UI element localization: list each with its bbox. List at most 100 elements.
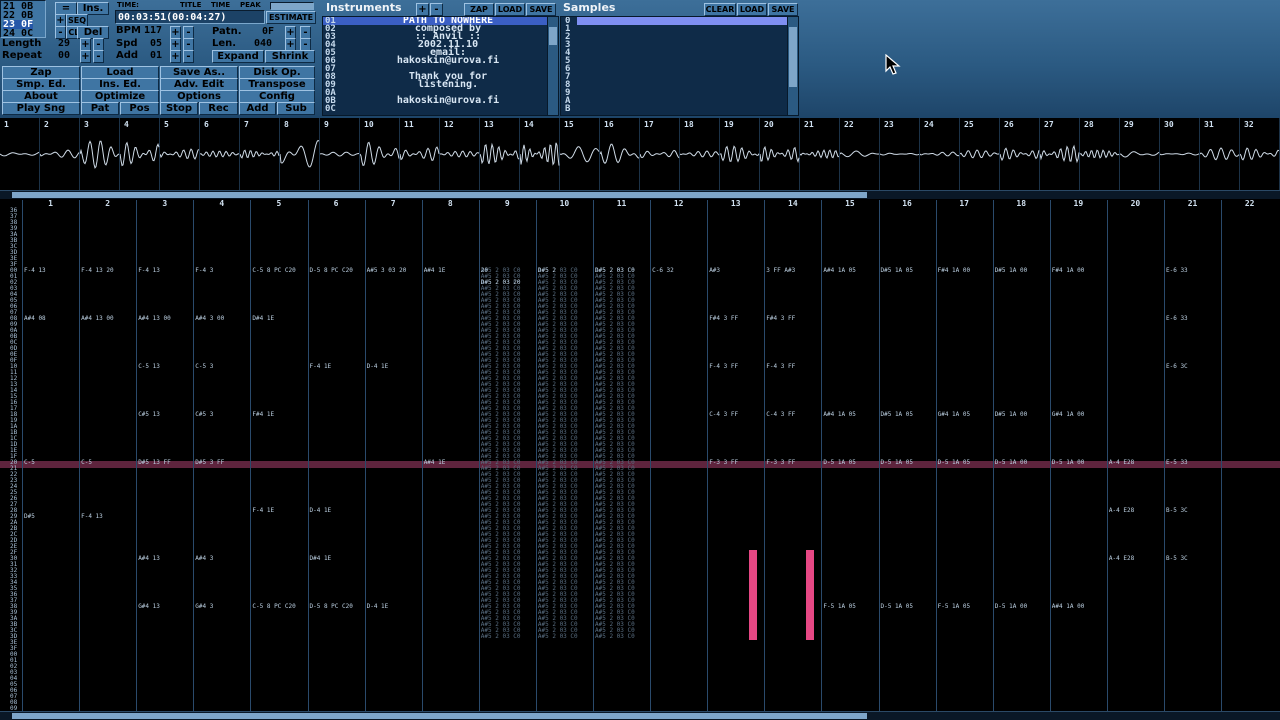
channel-header[interactable]: 20 xyxy=(1107,200,1164,208)
pattern-note[interactable]: C-5 xyxy=(81,460,92,466)
channel-header[interactable]: 9 xyxy=(479,200,536,208)
pattern-note[interactable]: A-4 E28 xyxy=(1109,460,1134,466)
channel-header[interactable]: 18 xyxy=(993,200,1050,208)
scope-channel[interactable]: 20 xyxy=(760,118,800,190)
pattern-scrollbar[interactable] xyxy=(0,711,1280,720)
pattern-note[interactable]: F-4 13 xyxy=(138,268,160,274)
pattern-note[interactable]: A#4 13 00 xyxy=(138,316,171,322)
pattern-note[interactable]: D-5 1A 05 xyxy=(881,604,914,610)
pattern-note[interactable]: A#5 2 03 C0 xyxy=(481,634,521,640)
instrument-plus-button[interactable]: + xyxy=(416,3,429,16)
pattern-note[interactable]: A#4 3 00 xyxy=(195,316,224,322)
instrument-save-button[interactable]: SAVE xyxy=(526,3,556,16)
add-button[interactable]: Add xyxy=(239,102,276,115)
scope-channel[interactable]: 18 xyxy=(680,118,720,190)
scope-channel[interactable]: 31 xyxy=(1200,118,1240,190)
pattern-note[interactable]: A#4 1E xyxy=(424,268,446,274)
pattern-note[interactable]: D#5 2 xyxy=(538,268,556,274)
pattern-note[interactable]: A#4 08 xyxy=(24,316,46,322)
pattern-note[interactable]: C-4 3 FF xyxy=(766,412,795,418)
pattern-note[interactable]: D-5 1A 05 xyxy=(881,460,914,466)
position-line[interactable]: 24 0C xyxy=(3,29,33,39)
pattern-note[interactable]: D#5 1A 00 xyxy=(995,268,1028,274)
pattern-note[interactable]: B-5 3C xyxy=(1166,508,1188,514)
scope-channel[interactable]: 24 xyxy=(920,118,960,190)
pattern-note[interactable]: F-4 3 FF xyxy=(766,364,795,370)
channel-header[interactable]: 10 xyxy=(536,200,593,208)
pattern-note[interactable]: A#4 1A 00 xyxy=(1052,604,1085,610)
sample-clear-button[interactable]: CLEAR xyxy=(704,3,736,16)
pattern-note[interactable]: A#4 1E xyxy=(424,460,446,466)
pattern-note[interactable]: F-4 13 20 xyxy=(81,268,114,274)
pattern-note[interactable]: A-4 E28 xyxy=(1109,508,1134,514)
pattern-note[interactable]: F-4 13 xyxy=(81,514,103,520)
play-position-button[interactable]: Pos xyxy=(120,102,159,115)
pattern-note[interactable]: D#5 13 FF xyxy=(138,460,171,466)
channel-header[interactable]: 19 xyxy=(1050,200,1107,208)
scope-channel[interactable]: 11 xyxy=(400,118,440,190)
pattern-note[interactable]: B-5 3C xyxy=(1166,556,1188,562)
pattern-note[interactable]: C-5 8 PC C20 xyxy=(252,268,295,274)
pattern-note[interactable]: C-5 xyxy=(24,460,35,466)
sample-list[interactable]: 0123456789AB xyxy=(560,16,799,116)
scope-channel[interactable]: 4 xyxy=(120,118,160,190)
pattern-note[interactable]: D-5 1A 05 xyxy=(938,460,971,466)
pattern-note[interactable]: G#4 3 xyxy=(195,604,213,610)
position-list[interactable]: 21 0B 22 0B 23 0F 24 0C xyxy=(0,0,46,39)
channel-header[interactable]: 15 xyxy=(821,200,878,208)
instrument-name[interactable]: listening. xyxy=(353,80,543,90)
channel-header[interactable]: 14 xyxy=(764,200,821,208)
pattern-note[interactable]: A#4 1A 05 xyxy=(823,412,856,418)
pattern-note[interactable]: A#4 1A 05 xyxy=(823,268,856,274)
pattern-note[interactable]: 3 FF A#3 xyxy=(766,268,795,274)
scope-channel[interactable]: 10 xyxy=(360,118,400,190)
scope-channel[interactable]: 23 xyxy=(880,118,920,190)
instrument-name[interactable]: hakoskin@urova.fi xyxy=(353,56,543,66)
pattern-note[interactable]: D-4 1E xyxy=(367,604,389,610)
pattern-note[interactable]: D#5 1A 00 xyxy=(995,412,1028,418)
sample-number[interactable]: B xyxy=(565,105,570,114)
sub-button[interactable]: Sub xyxy=(277,102,315,115)
pattern-note[interactable]: D#4 1E xyxy=(310,556,332,562)
scope-channel[interactable]: 14 xyxy=(520,118,560,190)
channel-header[interactable]: 12 xyxy=(650,200,707,208)
pattern-note[interactable]: A#4 13 xyxy=(138,556,160,562)
record-button[interactable]: Rec xyxy=(199,102,238,115)
scope-channel[interactable]: 3 xyxy=(80,118,120,190)
scope-channel[interactable]: 13 xyxy=(480,118,520,190)
pattern-editor[interactable]: 36 37 38 39 3A 3B 3C 3D 3E 3F 00 01 02 03 04 05 06 07 08 09… xyxy=(0,200,1280,712)
pattern-note[interactable]: D#5 1A 05 xyxy=(881,412,914,418)
pattern-note[interactable]: G#4 1A 05 xyxy=(938,412,971,418)
shrink-button[interactable]: Shrink xyxy=(265,50,315,63)
scope-channel[interactable]: 26 xyxy=(1000,118,1040,190)
pattern-note[interactable]: F-4 1E xyxy=(252,508,274,514)
pattern-note[interactable]: F-4 13 xyxy=(24,268,46,274)
add-plus-button[interactable]: + xyxy=(170,50,181,63)
pattern-note[interactable]: C-6 32 xyxy=(652,268,674,274)
scope-channel[interactable]: 19 xyxy=(720,118,760,190)
scope-channel[interactable]: 29 xyxy=(1120,118,1160,190)
sample-load-button[interactable]: LOAD xyxy=(737,3,767,16)
scope-channel[interactable]: 7 xyxy=(240,118,280,190)
pattern-note[interactable]: E-6 33 xyxy=(1166,316,1188,322)
sample-scroll-thumb[interactable] xyxy=(789,27,797,87)
pattern-note[interactable]: D#5 2 03 C0 xyxy=(595,268,635,274)
pattern-note[interactable]: F#4 1A 00 xyxy=(938,268,971,274)
pattern-note[interactable]: D-4 1E xyxy=(310,508,332,514)
instrument-name[interactable]: hakoskin@urova.fi xyxy=(353,96,543,106)
scope-channel[interactable]: 6 xyxy=(200,118,240,190)
stop-button[interactable]: Stop xyxy=(160,102,198,115)
pattern-note[interactable]: D-5 8 PC C20 xyxy=(310,604,353,610)
pattern-note[interactable]: E-6 3C xyxy=(1166,364,1188,370)
scope-channel[interactable]: 27 xyxy=(1040,118,1080,190)
pattern-note[interactable]: D-5 1A 00 xyxy=(995,604,1028,610)
pattern-note[interactable]: D#5 2 03 20 xyxy=(481,280,521,286)
pattern-note[interactable]: A#3 xyxy=(709,268,720,274)
pattern-note[interactable]: A-4 E28 xyxy=(1109,556,1134,562)
estimate-button[interactable]: ESTIMATE xyxy=(266,11,316,24)
scope-channel[interactable]: 2 xyxy=(40,118,80,190)
pattern-note[interactable]: D-4 1E xyxy=(367,364,389,370)
scope-channel[interactable]: 30 xyxy=(1160,118,1200,190)
pattern-note[interactable]: F-5 1A 05 xyxy=(823,604,856,610)
pattern-note[interactable]: E-5 33 xyxy=(1166,460,1188,466)
